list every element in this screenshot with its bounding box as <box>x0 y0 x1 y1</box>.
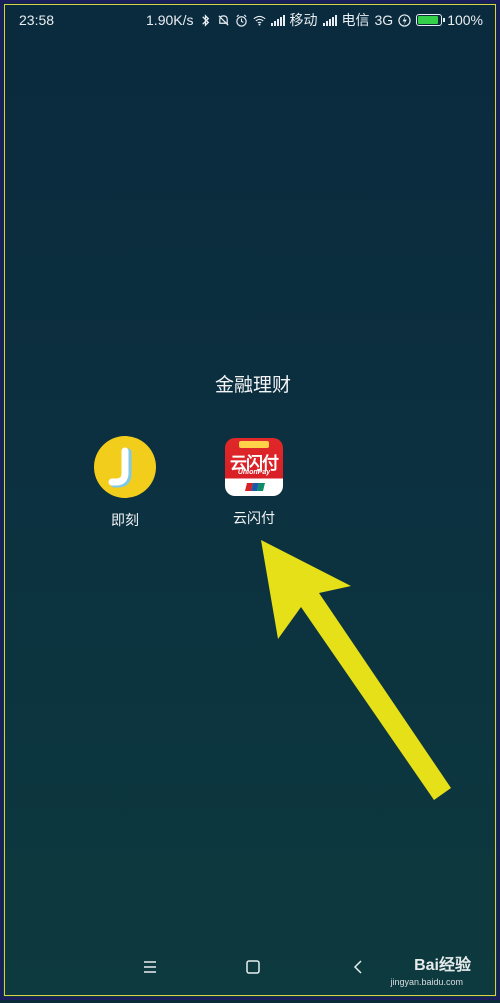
phone-screen: 23:58 1.90K/s 移动 电信 3G 100% 金融理财 即刻 云闪付 … <box>0 0 500 1000</box>
watermark-url: jingyan.baidu.com <box>390 977 463 987</box>
back-button[interactable] <box>343 955 373 979</box>
watermark: Bai经验 <box>414 957 471 974</box>
annotation-arrow <box>261 540 451 800</box>
menu-icon <box>144 961 156 973</box>
home-button[interactable] <box>238 955 268 979</box>
menu-button[interactable] <box>135 955 165 979</box>
home-icon <box>246 960 260 974</box>
back-icon <box>353 960 362 974</box>
